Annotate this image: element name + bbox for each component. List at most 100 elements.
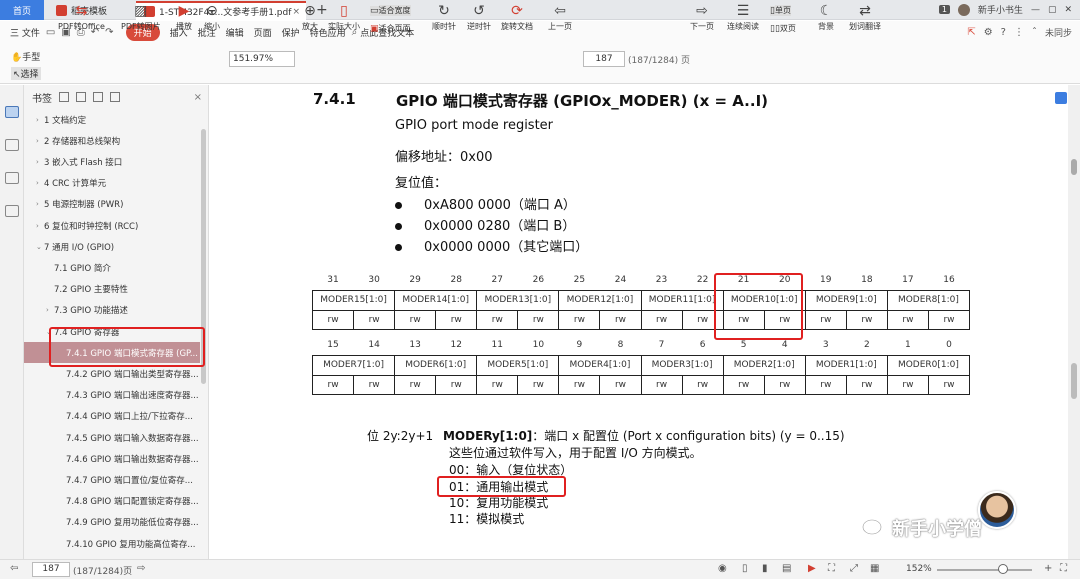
background-button[interactable]: ☾ 背景 [818, 3, 834, 32]
sidebar-item[interactable]: 7.4.10 GPIO 复用功能高位寄存... [24, 533, 200, 554]
fit-icon[interactable]: ⛶ [828, 563, 835, 574]
expand-icon[interactable] [59, 92, 69, 102]
sidebar-item[interactable]: 7.4.5 GPIO 端口输入数据寄存器... [24, 427, 200, 448]
select-tool[interactable]: ↖选择 [11, 67, 41, 80]
expand-caret-icon[interactable]: › [36, 222, 44, 230]
sidebar-item[interactable]: ⌄ 7.4 GPIO 寄存器 [24, 321, 200, 342]
sidebar-item[interactable]: › 3 嵌入式 Flash 接口 [24, 151, 200, 172]
help-icon[interactable]: ? [1001, 27, 1006, 38]
vertical-scrollbar[interactable] [1068, 85, 1080, 559]
sync-status[interactable]: 未同步 [1045, 26, 1072, 39]
zoom-input[interactable]: 151.97% [229, 51, 295, 67]
translate-button[interactable]: ⇄ 划词翻译 [849, 3, 881, 32]
open-icon[interactable]: ▭ [46, 27, 55, 38]
fullscreen-icon[interactable]: ⛶ [1060, 563, 1067, 574]
layout-icon[interactable]: ▦ [870, 563, 879, 574]
sidebar-item[interactable]: › 7.3 GPIO 功能描述 [24, 300, 200, 321]
redo-icon[interactable]: ↷ [105, 27, 113, 38]
expand-caret-icon[interactable]: ⌄ [36, 243, 44, 251]
status-page-input[interactable]: 187 [32, 562, 70, 577]
avatar[interactable] [957, 3, 970, 16]
expand-caret-icon[interactable]: › [36, 158, 44, 166]
status-next-icon[interactable]: ⇨ [137, 563, 145, 574]
tab-home[interactable]: 首页 [0, 0, 44, 20]
sidebar-item[interactable]: 7.4.7 GPIO 端口置位/复位寄存... [24, 469, 200, 490]
expand-caret-icon[interactable]: › [36, 179, 44, 187]
menu-protect[interactable]: 保护 [282, 26, 300, 39]
file-menu[interactable]: 三 文件 [10, 26, 40, 39]
fit-page-button[interactable]: ▣ 适合页面 [370, 23, 411, 34]
menu-page[interactable]: 页面 [254, 26, 272, 39]
menu-edit[interactable]: 编辑 [226, 26, 244, 39]
sidebar-item[interactable]: 7.4.3 GPIO 端口输出速度寄存器... [24, 385, 200, 406]
annotation-panel-icon[interactable] [4, 172, 19, 184]
share-icon[interactable]: ⇱ [967, 27, 975, 38]
more-icon[interactable]: ⋮ [1014, 27, 1024, 38]
sidebar-item[interactable]: 7.1 GPIO 简介 [24, 257, 200, 278]
expand-caret-icon[interactable]: › [36, 137, 44, 145]
tab-document[interactable]: 1-STM32F4x...文参考手册1.pdf × [136, 1, 306, 20]
single-page-button[interactable]: ▯ 单页 [770, 5, 791, 16]
add-bookmark-icon[interactable] [93, 92, 103, 102]
attachment-panel-icon[interactable] [4, 205, 19, 217]
continuous-view-icon[interactable]: ▤ [782, 563, 791, 574]
sidebar-item[interactable]: › 6 复位和时钟控制 (RCC) [24, 215, 200, 236]
zoom-in-status-icon[interactable]: + [1044, 563, 1052, 574]
bookmark-panel-icon[interactable] [4, 106, 19, 118]
eye-icon[interactable]: ◉ [718, 563, 727, 574]
fit-width-button[interactable]: ▭ 适合宽度 [370, 5, 411, 16]
pdf-to-image-button[interactable]: ▨ PDF转图片 [121, 3, 161, 32]
sidebar-item[interactable]: › 2 存储器和总线架构 [24, 130, 200, 151]
expand-caret-icon[interactable]: › [36, 200, 44, 208]
rotate-cw-button[interactable]: ↻ 顺时针 [432, 3, 456, 32]
collapse-all-icon[interactable] [76, 92, 86, 102]
sidebar-scrollbar[interactable] [201, 129, 206, 384]
actual-size-button[interactable]: ▯ 实际大小 [328, 3, 360, 32]
zoom-out-button[interactable]: ⊖ 缩小 [204, 3, 220, 32]
prev-page-button[interactable]: ⇦ 上一页 [548, 3, 572, 32]
translate-side-icon[interactable] [1055, 92, 1067, 104]
scroll-thumb[interactable] [1071, 159, 1077, 175]
hand-tool[interactable]: ✋手型 [11, 50, 40, 63]
expand-caret-icon[interactable]: ⌄ [46, 328, 54, 336]
sidebar-item[interactable]: 7.4.8 GPIO 端口配置锁定寄存器... [24, 491, 200, 512]
minimize-icon[interactable]: — [1031, 5, 1040, 15]
sidebar-item[interactable]: 7.4.2 GPIO 端口输出类型寄存器... [24, 363, 200, 384]
close-tab-icon[interactable]: × [292, 7, 300, 17]
play-button[interactable]: ▶ 播放 [176, 3, 192, 32]
zoom-in-button[interactable]: ⊕ 放大 [302, 3, 318, 32]
continuous-read-button[interactable]: ☰ 连续阅读 [727, 3, 759, 32]
expand-caret-icon[interactable]: › [46, 306, 54, 314]
thumbnail-panel-icon[interactable] [4, 139, 19, 151]
rotate-ccw-button[interactable]: ↺ 逆时针 [467, 3, 491, 32]
page-input[interactable]: 187 [583, 51, 625, 67]
sidebar-item[interactable]: › 4 CRC 计算单元 [24, 173, 200, 194]
rotate-doc-button[interactable]: ⟳ 旋转文档 [501, 3, 533, 32]
pdf-to-office-button[interactable]: ⇆ PDF转Office [58, 3, 105, 32]
full-width-icon[interactable]: ⤢ [850, 563, 858, 574]
sidebar-item[interactable]: › 5 电源控制器 (PWR) [24, 194, 200, 215]
single-view-icon[interactable]: ▯ [742, 563, 748, 574]
settings-icon[interactable]: ⚙ [984, 27, 993, 38]
double-page-button[interactable]: ▯▯ 双页 [770, 23, 796, 34]
zoom-slider-knob[interactable] [998, 564, 1008, 574]
maximize-icon[interactable]: ▢ [1048, 5, 1057, 15]
user-name[interactable]: 新手小书生 [978, 3, 1023, 16]
sidebar-item[interactable]: 7.4.9 GPIO 复用功能低位寄存器... [24, 512, 200, 533]
status-prev-icon[interactable]: ⇦ [10, 563, 18, 574]
sidebar-item[interactable]: 7.2 GPIO 主要特性 [24, 279, 200, 300]
sidebar-item[interactable]: ⌄ 7 通用 I/O (GPIO) [24, 236, 200, 257]
zoom-slider[interactable] [937, 569, 1032, 571]
collapse-icon[interactable]: ˆ [1032, 27, 1037, 38]
sidebar-item[interactable]: 7.4.6 GPIO 端口输出数据寄存器... [24, 448, 200, 469]
double-view-icon[interactable]: ▮ [762, 563, 768, 574]
close-window-icon[interactable]: ✕ [1064, 5, 1072, 15]
play-status-icon[interactable]: ▶ [808, 563, 816, 574]
sidebar-item[interactable]: › 1 文档约定 [24, 109, 200, 130]
next-page-button[interactable]: ⇨ 下一页 [690, 3, 714, 32]
close-sidebar-icon[interactable]: × [194, 92, 202, 103]
expand-caret-icon[interactable]: › [36, 116, 44, 124]
sidebar-item[interactable]: 7.4.1 GPIO 端口模式寄存器 (GP... [24, 342, 200, 364]
delete-bookmark-icon[interactable] [110, 92, 120, 102]
sidebar-item[interactable]: 7.4.4 GPIO 端口上拉/下拉寄存... [24, 406, 200, 427]
